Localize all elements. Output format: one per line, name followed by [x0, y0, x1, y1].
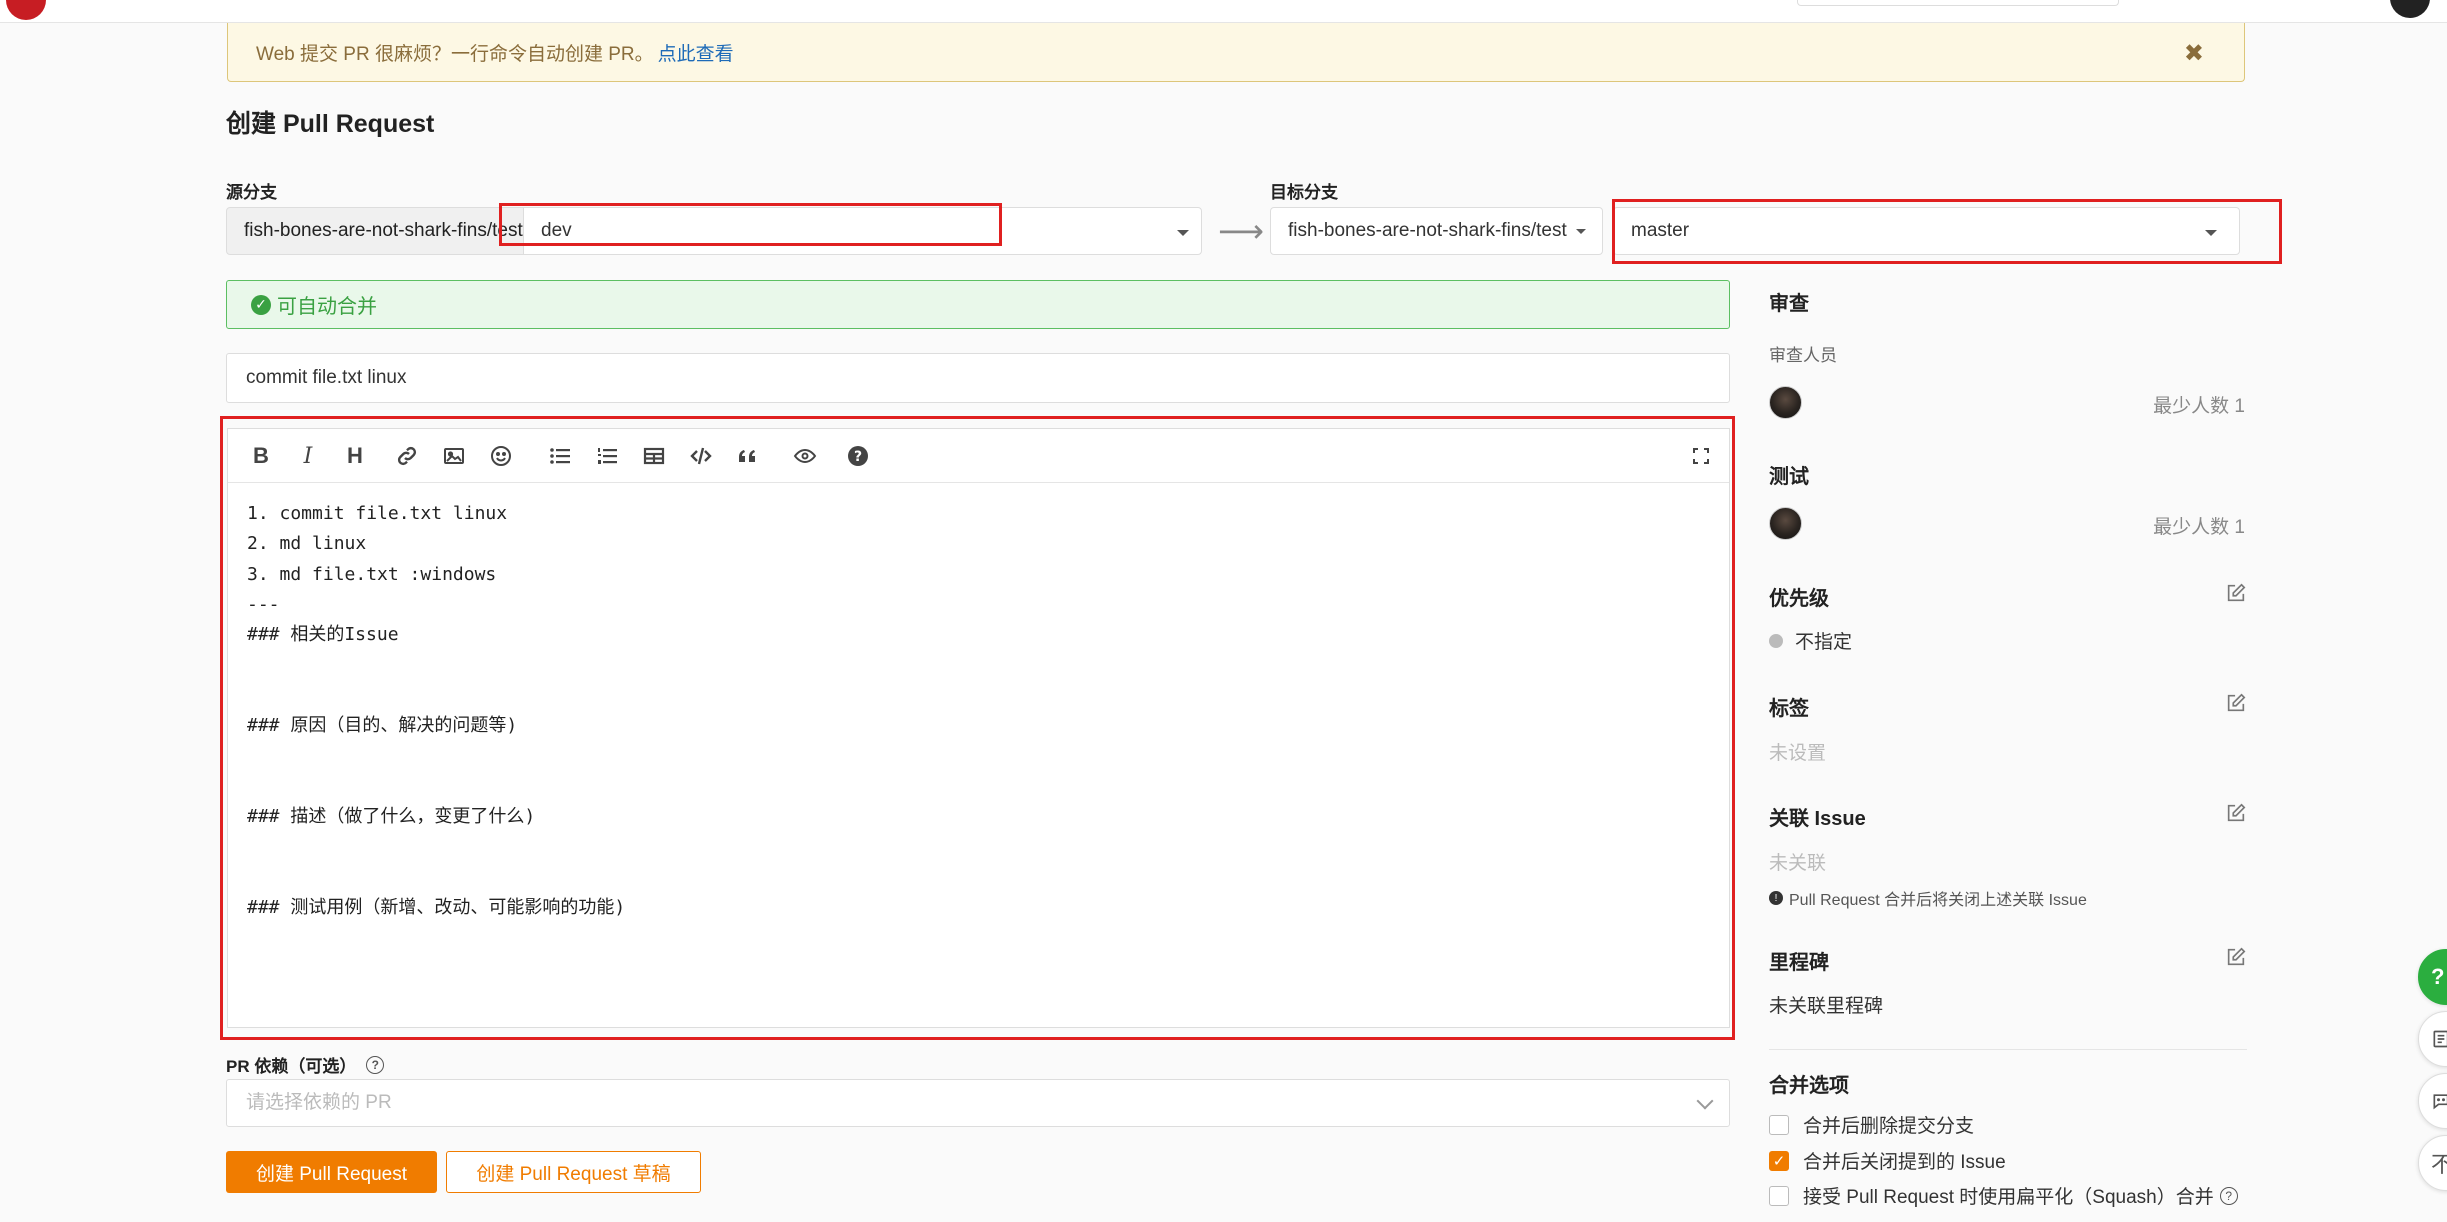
dependency-label: PR 依赖（可选） ?: [226, 1052, 385, 1077]
merge-status-text: 可自动合并: [277, 296, 377, 318]
reviewers-min-count: 最少人数 1: [2153, 396, 2245, 417]
close-issue-checkbox[interactable]: ✓: [1769, 1150, 1789, 1171]
arrow-right-icon: ⟶: [1218, 213, 1264, 249]
chevron-down-icon: [1696, 1092, 1714, 1110]
caret-down-icon: [1177, 230, 1189, 236]
edit-issue-icon[interactable]: [2225, 802, 2247, 824]
top-nav: [0, 0, 2447, 23]
labels-title: 标签: [1769, 698, 1809, 720]
squash-checkbox[interactable]: [1769, 1185, 1789, 1206]
source-repo-select[interactable]: fish-bones-are-not-shark-fins/test: [226, 207, 524, 255]
test-title: 测试: [1769, 466, 1809, 488]
merge-options-title: 合并选项: [1769, 1075, 1849, 1097]
option-squash[interactable]: 接受 Pull Request 时使用扁平化（Squash）合并 ?: [1769, 1182, 2238, 1209]
delete-branch-checkbox[interactable]: [1769, 1114, 1789, 1135]
notice-text: Web 提交 PR 很麻烦？一行命令自动创建 PR。: [256, 43, 654, 65]
reviewer-avatar[interactable]: [1769, 386, 1802, 419]
tester-avatar[interactable]: [1769, 507, 1802, 540]
page-title: 创建 Pull Request: [226, 110, 435, 138]
caret-down-icon: [1576, 229, 1586, 234]
issue-title: 关联 Issue: [1769, 808, 1866, 830]
edit-milestone-icon[interactable]: [2225, 946, 2247, 968]
target-branch-label: 目标分支: [1270, 183, 1338, 202]
edit-labels-icon[interactable]: [2225, 692, 2247, 714]
option-label: 合并后关闭提到的 Issue: [1803, 1152, 2006, 1173]
check-circle-icon: ✓: [251, 294, 271, 315]
gitee-logo[interactable]: [6, 0, 46, 20]
dependency-placeholder: 请选择依赖的 PR: [246, 1092, 392, 1113]
milestone-value: 未关联里程碑: [1769, 996, 1884, 1017]
option-label: 接受 Pull Request 时使用扁平化（Squash）合并: [1803, 1187, 2214, 1208]
close-icon[interactable]: ✖: [2184, 39, 2204, 68]
milestone-title: 里程碑: [1769, 952, 1829, 974]
issue-value: 未关联: [1769, 853, 1827, 874]
issue-note: ! Pull Request 合并后将关闭上述关联 Issue: [1769, 886, 2087, 910]
notice-banner: Web 提交 PR 很麻烦？一行命令自动创建 PR。 点此查看 ✖: [227, 23, 2245, 82]
dependency-select[interactable]: 请选择依赖的 PR: [226, 1079, 1730, 1127]
priority-dot-icon: [1769, 633, 1783, 648]
info-icon: !: [1769, 891, 1783, 905]
search-input[interactable]: [1797, 0, 2119, 6]
create-pr-button[interactable]: 创建 Pull Request: [226, 1151, 437, 1193]
target-repo-value: fish-bones-are-not-shark-fins/test: [1288, 220, 1567, 241]
user-avatar[interactable]: [2390, 0, 2430, 18]
sidebar-divider: [1769, 1049, 2247, 1050]
option-delete-branch[interactable]: 合并后删除提交分支: [1769, 1111, 1974, 1138]
help-float-button[interactable]: ?: [2418, 949, 2447, 1005]
pr-title-input[interactable]: commit file.txt linux: [226, 353, 1730, 403]
labels-value: 未设置: [1769, 743, 1827, 764]
priority-title: 优先级: [1769, 588, 1829, 610]
question-circle-icon[interactable]: ?: [366, 1055, 385, 1074]
target-repo-select[interactable]: fish-bones-are-not-shark-fins/test: [1270, 207, 1603, 255]
highlight-box-editor: [220, 416, 1735, 1040]
priority-value-text: 不指定: [1795, 632, 1853, 653]
chat-float-button[interactable]: [2418, 1073, 2447, 1129]
priority-value: 不指定: [1769, 627, 1852, 654]
question-circle-icon[interactable]: ?: [2219, 1186, 2238, 1205]
language-float-button[interactable]: 不: [2418, 1135, 2447, 1191]
option-close-issue[interactable]: ✓ 合并后关闭提到的 Issue: [1769, 1147, 2006, 1174]
highlight-box-target: [1612, 199, 2282, 264]
create-draft-pr-button[interactable]: 创建 Pull Request 草稿: [446, 1151, 701, 1193]
option-label: 合并后删除提交分支: [1803, 1116, 1975, 1137]
reviewers-label: 审查人员: [1769, 346, 1837, 365]
issue-note-text: Pull Request 合并后将关闭上述关联 Issue: [1789, 892, 2087, 909]
source-branch-label: 源分支: [226, 183, 277, 202]
feedback-float-button[interactable]: [2418, 1011, 2447, 1067]
dependency-label-text: PR 依赖（可选）: [226, 1057, 357, 1076]
highlight-box-source: [499, 203, 1002, 246]
test-min-count: 最少人数 1: [2153, 517, 2245, 538]
review-title: 审查: [1769, 293, 1809, 315]
edit-priority-icon[interactable]: [2225, 582, 2247, 604]
notice-link[interactable]: 点此查看: [658, 39, 734, 66]
merge-status-banner: ✓ 可自动合并: [226, 280, 1730, 329]
